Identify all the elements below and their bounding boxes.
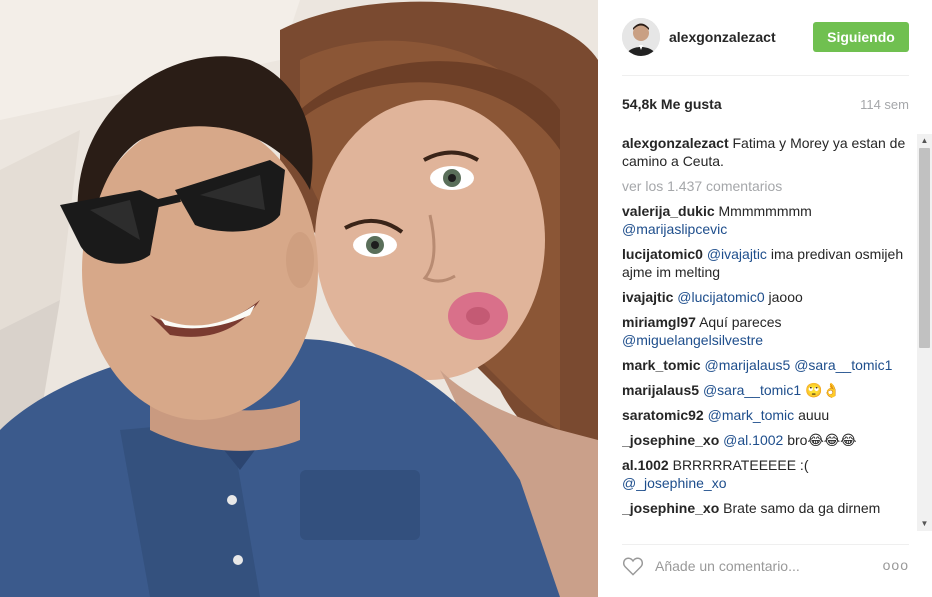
comment-username[interactable]: saratomic92 xyxy=(622,407,704,423)
comment-text: Brate samo da ga dirnem xyxy=(723,500,881,516)
selfie-illustration xyxy=(0,0,598,597)
username[interactable]: alexgonzalezact xyxy=(669,29,776,45)
comment-username[interactable]: lucijatomic0 xyxy=(622,246,703,262)
list-item: ivajajtic @lucijatomic0 jaooo xyxy=(622,288,912,306)
comment-username[interactable]: miriamgl97 xyxy=(622,314,696,330)
comment-mention[interactable]: @sara__tomic1 xyxy=(794,357,892,373)
avatar[interactable] xyxy=(622,18,660,56)
more-options-icon[interactable]: ooo xyxy=(883,557,909,573)
comment-mention[interactable]: @marijalaus5 xyxy=(704,357,790,373)
comment-username[interactable]: valerija_dukic xyxy=(622,203,715,219)
comment-username[interactable]: al.1002 xyxy=(622,457,669,473)
scroll-down-icon[interactable]: ▼ xyxy=(917,517,932,531)
likes-count[interactable]: 54,8k Me gusta xyxy=(622,96,722,112)
list-item: mark_tomic @marijalaus5 @sara__tomic1 xyxy=(622,356,912,374)
post-header: alexgonzalezact Siguiendo xyxy=(622,18,909,76)
comment-mention[interactable]: @marijaslipcevic xyxy=(622,221,727,237)
post-stats: 54,8k Me gusta 114 sem xyxy=(622,96,909,116)
list-item: marijalaus5 @sara__tomic1 🙄👌 xyxy=(622,381,912,399)
comment-mention[interactable]: @sara__tomic1 xyxy=(703,382,801,398)
comments-scrollbar[interactable]: ▲ ▼ xyxy=(917,134,932,531)
following-button[interactable]: Siguiendo xyxy=(813,22,909,52)
comment-text: 🙄👌 xyxy=(805,382,840,398)
comment-mention[interactable]: @mark_tomic xyxy=(708,407,795,423)
list-item: _josephine_xo @al.1002 bro😂😂😂 xyxy=(622,431,912,449)
list-item: saratomic92 @mark_tomic auuu xyxy=(622,406,912,424)
comment-text: bro😂😂😂 xyxy=(787,432,857,448)
list-item: _josephine_xo Brate samo da ga dirnem xyxy=(622,499,912,517)
scrollbar-thumb[interactable] xyxy=(919,148,930,348)
heart-icon[interactable] xyxy=(622,556,644,576)
comment-text: BRRRRRATEEEEE :( xyxy=(672,457,809,473)
list-item: valerija_dukic Mmmmmmmm @marijaslipcevic xyxy=(622,202,912,238)
comment-text: jaooo xyxy=(768,289,803,305)
list-item: miriamgl97 Aquí pareces @miguelangelsilv… xyxy=(622,313,912,349)
avatar-image xyxy=(622,18,660,56)
caption: alexgonzalezact Fatima y Morey ya estan … xyxy=(622,134,912,170)
timestamp[interactable]: 114 sem xyxy=(860,97,909,112)
add-comment-input[interactable] xyxy=(655,554,875,578)
comment-username[interactable]: mark_tomic xyxy=(622,357,701,373)
comment-mention[interactable]: @al.1002 xyxy=(723,432,783,448)
caption-username[interactable]: alexgonzalezact xyxy=(622,135,729,151)
comment-text: Aquí pareces xyxy=(699,314,782,330)
comment-username[interactable]: _josephine_xo xyxy=(622,432,719,448)
comment-username[interactable]: ivajajtic xyxy=(622,289,673,305)
comment-text: auuu xyxy=(798,407,830,423)
post-photo xyxy=(0,0,598,597)
comment-username[interactable]: _josephine_xo xyxy=(622,500,719,516)
comment-text: Mmmmmmmm xyxy=(718,203,812,219)
scroll-up-icon[interactable]: ▲ xyxy=(917,134,932,148)
comments-list[interactable]: alexgonzalezact Fatima y Morey ya estan … xyxy=(622,134,912,531)
comment-mention[interactable]: @miguelangelsilvestre xyxy=(622,332,763,348)
comment-username[interactable]: marijalaus5 xyxy=(622,382,699,398)
comment-footer: ooo xyxy=(622,544,909,584)
comment-mention[interactable]: @_josephine_xo xyxy=(622,475,727,491)
comment-mention[interactable]: @lucijatomic0 xyxy=(677,289,764,305)
list-item: al.1002 BRRRRRATEEEEE :( @_josephine_xo xyxy=(622,456,912,492)
list-item: lucijatomic0 @ivajajtic ima predivan osm… xyxy=(622,245,912,281)
view-all-comments-link[interactable]: ver los 1.437 comentarios xyxy=(622,177,912,195)
comment-mention[interactable]: @ivajajtic xyxy=(707,246,767,262)
